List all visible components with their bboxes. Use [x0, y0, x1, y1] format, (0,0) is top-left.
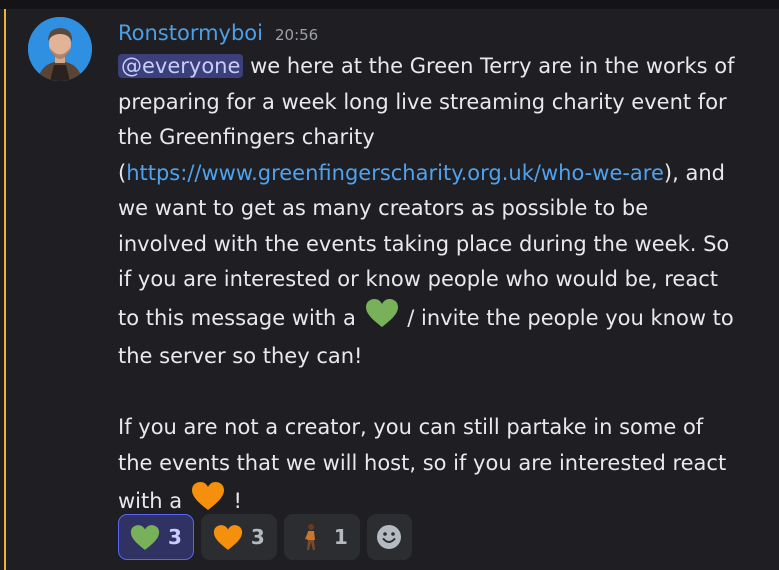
- reaction-count: 3: [168, 525, 182, 549]
- reactions-bar: 3 3 1: [118, 514, 412, 560]
- message-text: !: [226, 488, 242, 513]
- avatar-image: [28, 17, 92, 81]
- mention-highlight-bar: [4, 9, 6, 570]
- green-heart-icon: [130, 524, 160, 550]
- charity-link[interactable]: https://www.greenfingerscharity.org.uk/w…: [126, 161, 664, 185]
- top-strip: [0, 0, 779, 9]
- chat-message[interactable]: Ronstormyboi 20:56 @everyone we here at …: [26, 9, 779, 570]
- message-text: ), and we want to get as many creators a…: [118, 160, 730, 330]
- reaction-count: 3: [250, 525, 265, 549]
- reaction-person-walking[interactable]: 1: [283, 514, 360, 560]
- reaction-count: 1: [333, 525, 348, 549]
- orange-heart-icon: [213, 524, 243, 550]
- everyone-mention[interactable]: @everyone: [118, 54, 244, 78]
- add-reaction-button[interactable]: [366, 514, 412, 560]
- username[interactable]: Ronstormyboi: [118, 21, 263, 45]
- smiley-face-icon: [377, 525, 402, 549]
- reaction-green-heart[interactable]: 3: [118, 514, 194, 560]
- message-content: @everyone we here at the Green Terry are…: [118, 49, 738, 523]
- green-heart-icon: [365, 298, 399, 340]
- reaction-orange-heart[interactable]: 3: [200, 514, 277, 560]
- message-header: Ronstormyboi 20:56: [118, 21, 318, 47]
- avatar[interactable]: [28, 17, 92, 81]
- person-walking-icon: [304, 524, 315, 550]
- timestamp[interactable]: 20:56: [275, 26, 318, 44]
